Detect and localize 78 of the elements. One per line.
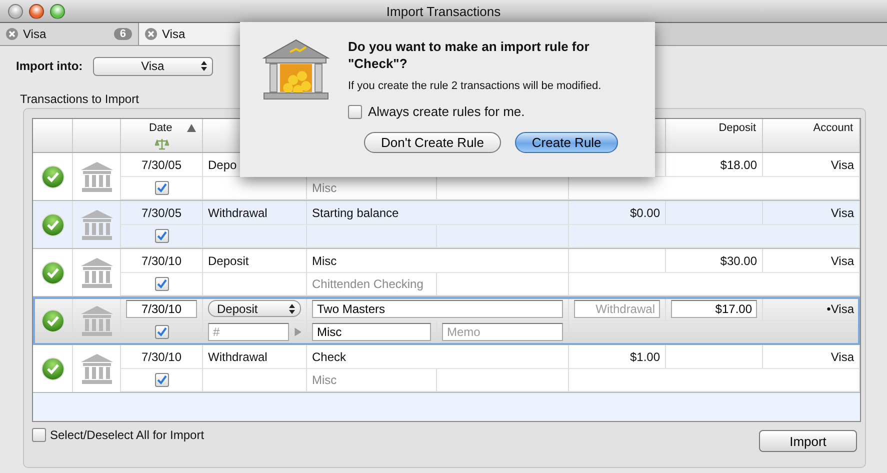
account-text: •Visa [826,302,854,316]
date-text: 7/30/05 [141,158,182,172]
always-create-label: Always create rules for me. [368,104,525,119]
bank-icon [80,256,114,288]
withdrawal-field[interactable]: Withdrawal [574,300,660,318]
tab[interactable]: Visa 6 [0,23,139,45]
include-checkbox[interactable] [154,181,168,195]
bank-icon [80,208,114,240]
category-field[interactable]: Misc [312,323,431,341]
include-checkbox[interactable] [154,229,168,243]
balance-scale-icon [154,138,168,150]
group-title: Transactions to Import [20,92,140,106]
account-text: Visa [830,254,854,268]
account-text: Visa [830,206,854,220]
select-all-label: Select/Deselect All for Import [50,428,204,442]
transaction-row[interactable]: 7/30/10 Withdrawal Check $1.00 Visa Misc [33,345,860,393]
amount-text: $1.00 [630,350,660,364]
popup-arrows-icon [200,61,207,71]
amount-text: $18.00 [720,158,757,172]
category-text: Chittenden Checking [312,277,424,291]
account-text: Visa [830,158,854,172]
check-circle-icon [40,212,64,236]
minimize-button[interactable] [29,4,44,18]
check-circle-icon [40,356,64,380]
import-button[interactable]: Import [759,430,857,452]
category-text: Misc [312,373,337,387]
bank-icon [80,352,114,384]
include-checkbox[interactable] [154,373,168,387]
account-popup[interactable]: Visa [92,56,213,76]
type-popup[interactable]: Deposit [208,300,301,317]
payee-field[interactable]: Two Masters [312,300,563,318]
check-circle-icon [40,260,64,284]
date-field[interactable]: 7/30/10 [126,300,197,318]
close-button[interactable] [8,4,23,18]
popup-arrows-icon [289,304,295,314]
type-text: Withdrawal [208,206,268,220]
amount-text: $0.00 [630,206,660,220]
dialog-title: Do you want to make an import rule for "Check"? [348,38,590,72]
transaction-row[interactable]: 7/30/10 Deposit Misc $30.00 Visa Chittenden Checking [33,249,860,297]
close-icon[interactable] [6,28,18,40]
number-field[interactable]: # [208,323,288,341]
payee-text: Misc [312,254,337,268]
column-header[interactable]: Deposit [666,119,763,136]
include-checkbox[interactable] [154,277,168,291]
date-text: 7/30/05 [141,206,182,220]
bank-with-coins-drawing [260,38,332,102]
select-all-checkbox[interactable] [32,428,46,442]
triangle-right-icon[interactable] [292,327,301,337]
payee-text: Check [312,350,346,364]
column-header[interactable]: Account [763,119,860,136]
transaction-row[interactable]: 7/30/10 Deposit Two Masters Withdrawal $17.00 •Visa # Misc Memo [33,297,860,345]
window-title: Import Transactions [386,4,501,18]
type-text: Withdrawal [208,350,268,364]
import-into-label: Import into: [16,59,83,73]
default-button[interactable]: Create Rule [514,132,618,153]
type-text: Depo [208,158,237,172]
dialog-button[interactable]: Don't Create Rule [364,132,501,153]
category-text: Misc [312,181,337,195]
transaction-row[interactable]: 7/30/05 Withdrawal Starting balance $0.00 Visa [33,201,860,249]
amount-text: $30.00 [720,254,757,268]
close-icon[interactable] [145,28,157,40]
check-circle-icon [40,308,64,332]
account-text: Visa [830,350,854,364]
always-create-checkbox[interactable] [348,104,362,118]
include-checkbox[interactable] [154,325,168,339]
count-badge: 6 [114,28,132,40]
check-circle-icon [40,164,64,188]
column-header[interactable]: Date [121,119,203,136]
bank-icon [80,304,114,336]
payee-text: Starting balance [312,206,399,220]
date-text: 7/30/10 [141,254,182,268]
date-text: 7/30/10 [141,350,182,364]
deposit-field[interactable]: $17.00 [671,300,757,318]
memo-field[interactable]: Memo [442,323,563,341]
zoom-button[interactable] [50,4,65,18]
bank-icon [80,160,114,192]
type-text: Deposit [208,254,249,268]
dialog-message: If you create the rule 2 transactions will be modified. [348,80,602,92]
